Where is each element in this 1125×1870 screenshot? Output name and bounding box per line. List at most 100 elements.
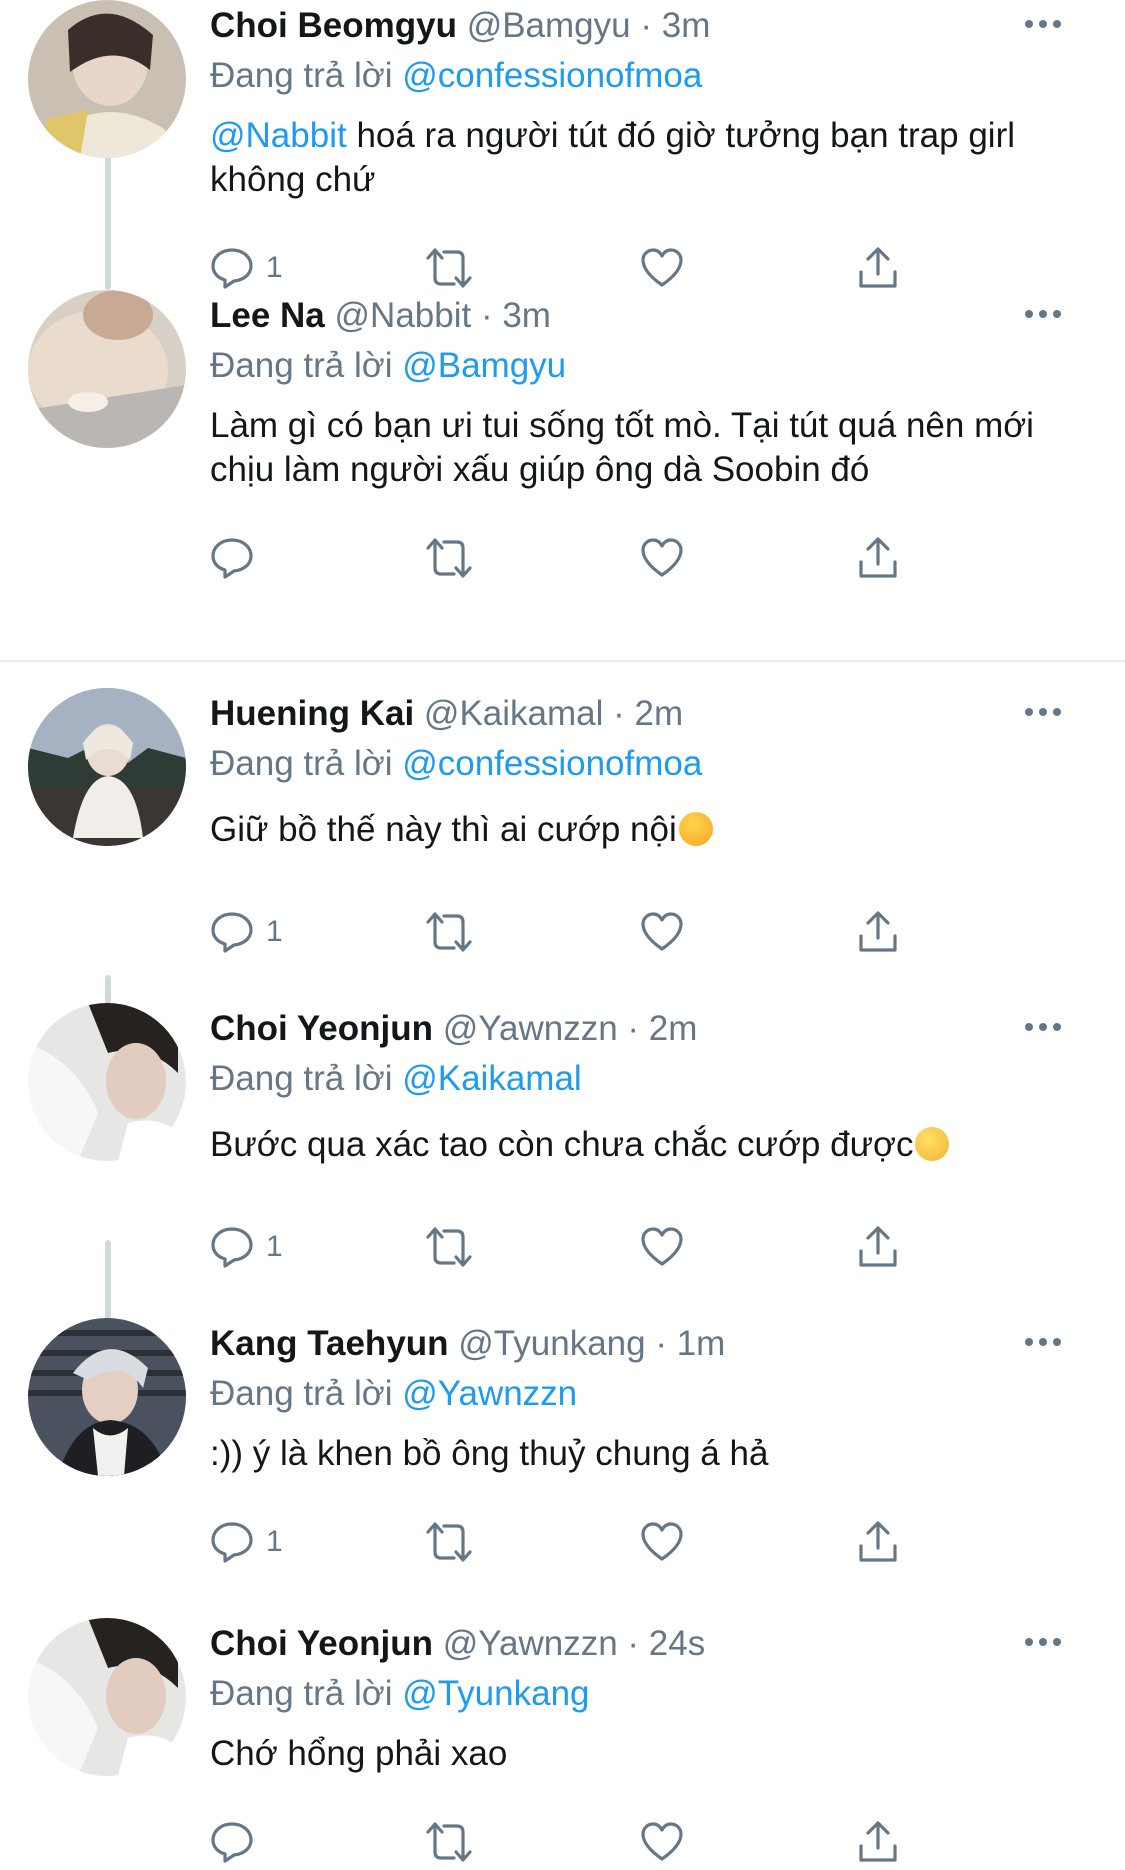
tweet-time[interactable]: · 2m: [627, 1009, 697, 1048]
like-button[interactable]: [640, 240, 684, 296]
like-button[interactable]: [640, 1814, 684, 1870]
replying-to: Đang trả lời @Yawnzzn: [210, 1372, 577, 1416]
tweet[interactable]: Choi Beomgyu @Bamgyu · 3m Đang trả lời @…: [0, 0, 1125, 290]
tweet[interactable]: Kang Taehyun @Tyunkang · 1m Đang trả lời…: [0, 1318, 1125, 1618]
retweet-button[interactable]: [424, 530, 474, 586]
share-icon: [859, 1821, 897, 1862]
more-options-icon[interactable]: [1020, 4, 1066, 44]
replying-to-link[interactable]: @confessionofmoa: [402, 744, 702, 783]
replying-to-link[interactable]: @Tyunkang: [402, 1674, 589, 1713]
user-handle[interactable]: @Nabbit: [335, 296, 472, 335]
user-avatar[interactable]: [28, 290, 186, 448]
user-avatar[interactable]: [28, 688, 186, 846]
share-button[interactable]: [856, 240, 900, 296]
replying-to-link[interactable]: @confessionofmoa: [402, 56, 702, 95]
reply-button[interactable]: [210, 1814, 266, 1870]
tweet-header: Choi Yeonjun @Yawnzzn · 24s: [210, 1622, 705, 1666]
retweet-button[interactable]: [424, 904, 474, 960]
tweet-text-content: :)) ý là khen bồ ông thuỷ chung á hả: [210, 1434, 769, 1473]
reply-icon: [211, 248, 253, 289]
tweet-time[interactable]: · 3m: [640, 6, 710, 45]
reply-icon: [211, 1522, 253, 1563]
share-button[interactable]: [856, 1514, 900, 1570]
tweet-actions: 1: [210, 904, 930, 960]
reply-count: 1: [266, 251, 283, 284]
display-name[interactable]: Kang Taehyun: [210, 1324, 449, 1363]
share-button[interactable]: [856, 1814, 900, 1870]
retweet-button[interactable]: [424, 1219, 474, 1275]
tweet-text: :)) ý là khen bồ ông thuỷ chung á hả: [210, 1432, 1070, 1476]
user-handle[interactable]: @Yawnzzn: [443, 1009, 618, 1048]
replying-to: Đang trả lời @confessionofmoa: [210, 54, 702, 98]
tweet-time[interactable]: · 1m: [655, 1324, 725, 1363]
reply-button[interactable]: 1: [210, 904, 283, 960]
retweet-button[interactable]: [424, 240, 474, 296]
reply-button[interactable]: 1: [210, 1514, 283, 1570]
replying-to-label: Đang trả lời: [210, 346, 393, 385]
share-icon: [859, 1226, 897, 1267]
more-options-icon[interactable]: [1020, 1622, 1066, 1662]
tweet-text: Làm gì có bạn ưi tui sống tốt mò. Tại tú…: [210, 404, 1070, 492]
replying-to-link[interactable]: @Yawnzzn: [402, 1374, 577, 1413]
retweet-button[interactable]: [424, 1814, 474, 1870]
retweet-icon: [426, 912, 472, 952]
display-name[interactable]: Lee Na: [210, 296, 325, 335]
reply-button[interactable]: 1: [210, 1219, 283, 1275]
reply-icon: [211, 912, 253, 953]
tweet-actions: 1: [210, 1514, 930, 1570]
replying-to-link[interactable]: @Bamgyu: [402, 346, 566, 385]
replying-to-link[interactable]: @Kaikamal: [402, 1059, 581, 1098]
user-avatar[interactable]: [28, 0, 186, 158]
display-name[interactable]: Choi Yeonjun: [210, 1624, 433, 1663]
user-avatar[interactable]: [28, 1618, 186, 1776]
more-options-icon[interactable]: [1020, 294, 1066, 334]
user-avatar[interactable]: [28, 1318, 186, 1476]
display-name[interactable]: Huening Kai: [210, 694, 414, 733]
more-options-icon[interactable]: [1020, 692, 1066, 732]
tweet-time[interactable]: · 2m: [613, 694, 683, 733]
like-button[interactable]: [640, 1219, 684, 1275]
display-name[interactable]: Choi Yeonjun: [210, 1009, 433, 1048]
more-options-icon[interactable]: [1020, 1322, 1066, 1362]
user-avatar[interactable]: [28, 1003, 186, 1161]
reply-button[interactable]: [210, 530, 266, 586]
retweet-icon: [426, 1822, 472, 1862]
share-button[interactable]: [856, 530, 900, 586]
like-button[interactable]: [640, 530, 684, 586]
tweet-actions: [210, 530, 930, 586]
replying-to-label: Đang trả lời: [210, 56, 393, 95]
tweet-text: Chớ hổng phải xao: [210, 1732, 1070, 1776]
share-button[interactable]: [856, 904, 900, 960]
tweet-time[interactable]: · 24s: [627, 1624, 705, 1663]
replying-to: Đang trả lời @Bamgyu: [210, 344, 566, 388]
mention-link[interactable]: @Nabbit: [210, 116, 347, 155]
tweet-text-content: Giữ bồ thế này thì ai cướp nội: [210, 810, 677, 849]
reply-feed: Choi Beomgyu @Bamgyu · 3m Đang trả lời @…: [0, 0, 1125, 1864]
user-handle[interactable]: @Yawnzzn: [443, 1624, 618, 1663]
tweet-actions: 1: [210, 1219, 930, 1275]
share-icon: [859, 911, 897, 952]
tweet-time[interactable]: · 3m: [481, 296, 551, 335]
heart-icon: [641, 248, 683, 287]
user-handle[interactable]: @Kaikamal: [424, 694, 603, 733]
tweet[interactable]: Choi Yeonjun @Yawnzzn · 2m Đang trả lời …: [0, 1003, 1125, 1303]
replying-to: Đang trả lời @confessionofmoa: [210, 742, 702, 786]
tweet[interactable]: Lee Na @Nabbit · 3m Đang trả lời @Bamgyu…: [0, 290, 1125, 579]
share-icon: [859, 537, 897, 578]
heart-icon: [641, 1522, 683, 1561]
user-handle[interactable]: @Bamgyu: [467, 6, 631, 45]
like-button[interactable]: [640, 904, 684, 960]
retweet-button[interactable]: [424, 1514, 474, 1570]
replying-to-label: Đang trả lời: [210, 1059, 393, 1098]
reply-button[interactable]: 1: [210, 240, 283, 296]
replying-to-label: Đang trả lời: [210, 1374, 393, 1413]
display-name[interactable]: Choi Beomgyu: [210, 6, 457, 45]
user-handle[interactable]: @Tyunkang: [458, 1324, 645, 1363]
share-button[interactable]: [856, 1219, 900, 1275]
tweet[interactable]: Choi Yeonjun @Yawnzzn · 24s Đang trả lời…: [0, 1618, 1125, 1864]
more-options-icon[interactable]: [1020, 1007, 1066, 1047]
like-button[interactable]: [640, 1514, 684, 1570]
reply-count: 1: [266, 1230, 283, 1263]
reply-icon: [211, 1822, 253, 1863]
tweet[interactable]: Huening Kai @Kaikamal · 2m Đang trả lời …: [0, 688, 1125, 988]
